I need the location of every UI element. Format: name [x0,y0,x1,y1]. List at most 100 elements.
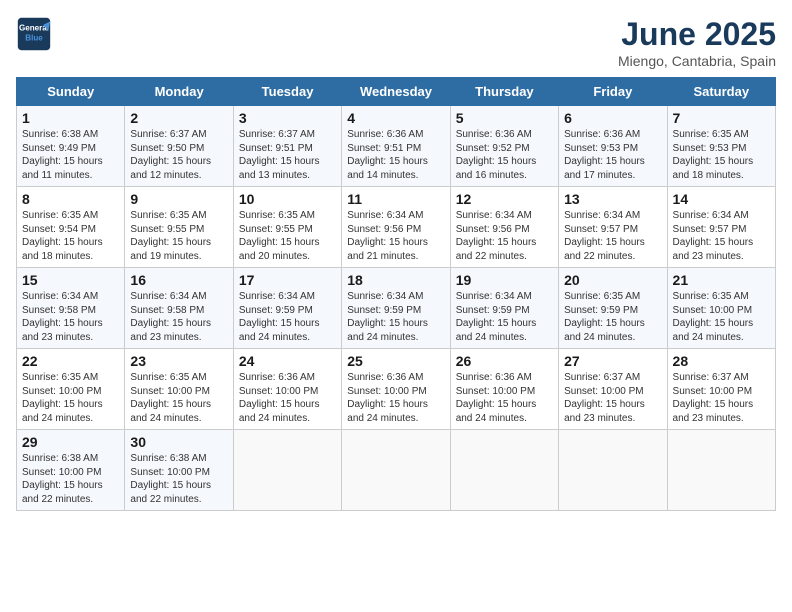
calendar-cell: 8 Sunrise: 6:35 AM Sunset: 9:54 PM Daylig… [17,187,125,268]
day-number: 1 [22,110,119,126]
calendar-cell: 20 Sunrise: 6:35 AM Sunset: 9:59 PM Dayli… [559,268,667,349]
column-header-monday: Monday [125,78,233,106]
day-number: 8 [22,191,119,207]
calendar-cell: 4 Sunrise: 6:36 AM Sunset: 9:51 PM Daylig… [342,106,450,187]
calendar-cell [233,430,341,511]
calendar-cell: 21 Sunrise: 6:35 AM Sunset: 10:00 PM Dayl… [667,268,775,349]
calendar-header-row: SundayMondayTuesdayWednesdayThursdayFrid… [17,78,776,106]
calendar-cell: 22 Sunrise: 6:35 AM Sunset: 10:00 PM Dayl… [17,349,125,430]
day-number: 10 [239,191,336,207]
calendar-cell: 9 Sunrise: 6:35 AM Sunset: 9:55 PM Daylig… [125,187,233,268]
day-number: 19 [456,272,553,288]
column-header-tuesday: Tuesday [233,78,341,106]
day-info: Sunrise: 6:35 AM Sunset: 9:59 PM Dayligh… [564,290,661,344]
day-info: Sunrise: 6:37 AM Sunset: 9:50 PM Dayligh… [130,128,227,182]
day-info: Sunrise: 6:38 AM Sunset: 10:00 PM Daylig… [130,452,227,506]
day-info: Sunrise: 6:36 AM Sunset: 9:53 PM Dayligh… [564,128,661,182]
calendar-cell: 15 Sunrise: 6:34 AM Sunset: 9:58 PM Dayli… [17,268,125,349]
calendar-cell: 1 Sunrise: 6:38 AM Sunset: 9:49 PM Daylig… [17,106,125,187]
day-info: Sunrise: 6:35 AM Sunset: 9:53 PM Dayligh… [673,128,770,182]
calendar-cell: 11 Sunrise: 6:34 AM Sunset: 9:56 PM Dayli… [342,187,450,268]
day-number: 29 [22,434,119,450]
calendar-week-row: 15 Sunrise: 6:34 AM Sunset: 9:58 PM Dayli… [17,268,776,349]
calendar-cell [450,430,558,511]
day-info: Sunrise: 6:36 AM Sunset: 9:52 PM Dayligh… [456,128,553,182]
calendar-cell: 26 Sunrise: 6:36 AM Sunset: 10:00 PM Dayl… [450,349,558,430]
day-info: Sunrise: 6:34 AM Sunset: 9:59 PM Dayligh… [239,290,336,344]
calendar-week-row: 22 Sunrise: 6:35 AM Sunset: 10:00 PM Dayl… [17,349,776,430]
day-number: 28 [673,353,770,369]
day-number: 18 [347,272,444,288]
day-info: Sunrise: 6:35 AM Sunset: 10:00 PM Daylig… [130,371,227,425]
calendar-cell: 16 Sunrise: 6:34 AM Sunset: 9:58 PM Dayli… [125,268,233,349]
day-info: Sunrise: 6:38 AM Sunset: 10:00 PM Daylig… [22,452,119,506]
day-number: 12 [456,191,553,207]
calendar-cell: 24Sunrise: 6:36 AM Sunset: 10:00 PM Dayl… [233,349,341,430]
calendar-week-row: 1 Sunrise: 6:38 AM Sunset: 9:49 PM Daylig… [17,106,776,187]
column-header-saturday: Saturday [667,78,775,106]
day-info: Sunrise: 6:37 AM Sunset: 10:00 PM Daylig… [564,371,661,425]
column-header-friday: Friday [559,78,667,106]
day-info: Sunrise: 6:36 AM Sunset: 10:00 PM Daylig… [347,371,444,425]
calendar-title: June 2025 [618,16,776,53]
header: General Blue June 2025 Miengo, Cantabria… [16,16,776,69]
day-info: Sunrise: 6:34 AM Sunset: 9:57 PM Dayligh… [673,209,770,263]
calendar-cell [342,430,450,511]
day-info: Sunrise: 6:36 AM Sunset: 9:51 PM Dayligh… [347,128,444,182]
calendar-cell: 10 Sunrise: 6:35 AM Sunset: 9:55 PM Dayli… [233,187,341,268]
calendar-cell: 19 Sunrise: 6:34 AM Sunset: 9:59 PM Dayli… [450,268,558,349]
day-number: 21 [673,272,770,288]
day-info: Sunrise: 6:37 AM Sunset: 10:00 PM Daylig… [673,371,770,425]
calendar-cell: 2Sunrise: 6:37 AM Sunset: 9:50 PM Daylig… [125,106,233,187]
calendar-week-row: 29 Sunrise: 6:38 AM Sunset: 10:00 PM Dayl… [17,430,776,511]
calendar-cell: 13Sunrise: 6:34 AM Sunset: 9:57 PM Dayli… [559,187,667,268]
day-info: Sunrise: 6:35 AM Sunset: 10:00 PM Daylig… [22,371,119,425]
day-info: Sunrise: 6:34 AM Sunset: 9:56 PM Dayligh… [347,209,444,263]
day-info: Sunrise: 6:34 AM Sunset: 9:58 PM Dayligh… [22,290,119,344]
calendar-cell: 7 Sunrise: 6:35 AM Sunset: 9:53 PM Daylig… [667,106,775,187]
calendar-cell: 5 Sunrise: 6:36 AM Sunset: 9:52 PM Daylig… [450,106,558,187]
day-number: 5 [456,110,553,126]
calendar-cell: 27 Sunrise: 6:37 AM Sunset: 10:00 PM Dayl… [559,349,667,430]
day-number: 13 [564,191,661,207]
day-number: 26 [456,353,553,369]
calendar-cell: 25 Sunrise: 6:36 AM Sunset: 10:00 PM Dayl… [342,349,450,430]
day-number: 15 [22,272,119,288]
day-number: 25 [347,353,444,369]
day-number: 20 [564,272,661,288]
day-number: 17 [239,272,336,288]
calendar-cell: 3Sunrise: 6:37 AM Sunset: 9:51 PM Daylig… [233,106,341,187]
calendar-cell [667,430,775,511]
day-info: Sunrise: 6:34 AM Sunset: 9:58 PM Dayligh… [130,290,227,344]
calendar-subtitle: Miengo, Cantabria, Spain [618,53,776,69]
title-area: June 2025 Miengo, Cantabria, Spain [618,16,776,69]
day-number: 27 [564,353,661,369]
day-info: Sunrise: 6:37 AM Sunset: 9:51 PM Dayligh… [239,128,336,182]
day-info: Sunrise: 6:35 AM Sunset: 9:55 PM Dayligh… [130,209,227,263]
calendar-cell: 17 Sunrise: 6:34 AM Sunset: 9:59 PM Dayli… [233,268,341,349]
calendar-cell: 14 Sunrise: 6:34 AM Sunset: 9:57 PM Dayli… [667,187,775,268]
day-number: 16 [130,272,227,288]
day-number: 30 [130,434,227,450]
day-number: 11 [347,191,444,207]
day-info: Sunrise: 6:35 AM Sunset: 10:00 PM Daylig… [673,290,770,344]
calendar-cell: 6Sunrise: 6:36 AM Sunset: 9:53 PM Daylig… [559,106,667,187]
calendar-cell: 28 Sunrise: 6:37 AM Sunset: 10:00 PM Dayl… [667,349,775,430]
calendar-cell: 29 Sunrise: 6:38 AM Sunset: 10:00 PM Dayl… [17,430,125,511]
day-info: Sunrise: 6:34 AM Sunset: 9:56 PM Dayligh… [456,209,553,263]
day-info: Sunrise: 6:34 AM Sunset: 9:59 PM Dayligh… [456,290,553,344]
day-number: 7 [673,110,770,126]
day-info: Sunrise: 6:36 AM Sunset: 10:00 PM Daylig… [239,371,336,425]
day-number: 22 [22,353,119,369]
column-header-thursday: Thursday [450,78,558,106]
day-number: 9 [130,191,227,207]
day-info: Sunrise: 6:35 AM Sunset: 9:55 PM Dayligh… [239,209,336,263]
day-info: Sunrise: 6:34 AM Sunset: 9:59 PM Dayligh… [347,290,444,344]
day-number: 14 [673,191,770,207]
day-info: Sunrise: 6:36 AM Sunset: 10:00 PM Daylig… [456,371,553,425]
day-number: 4 [347,110,444,126]
day-info: Sunrise: 6:35 AM Sunset: 9:54 PM Dayligh… [22,209,119,263]
day-info: Sunrise: 6:38 AM Sunset: 9:49 PM Dayligh… [22,128,119,182]
calendar-week-row: 8 Sunrise: 6:35 AM Sunset: 9:54 PM Daylig… [17,187,776,268]
logo: General Blue [16,16,52,52]
